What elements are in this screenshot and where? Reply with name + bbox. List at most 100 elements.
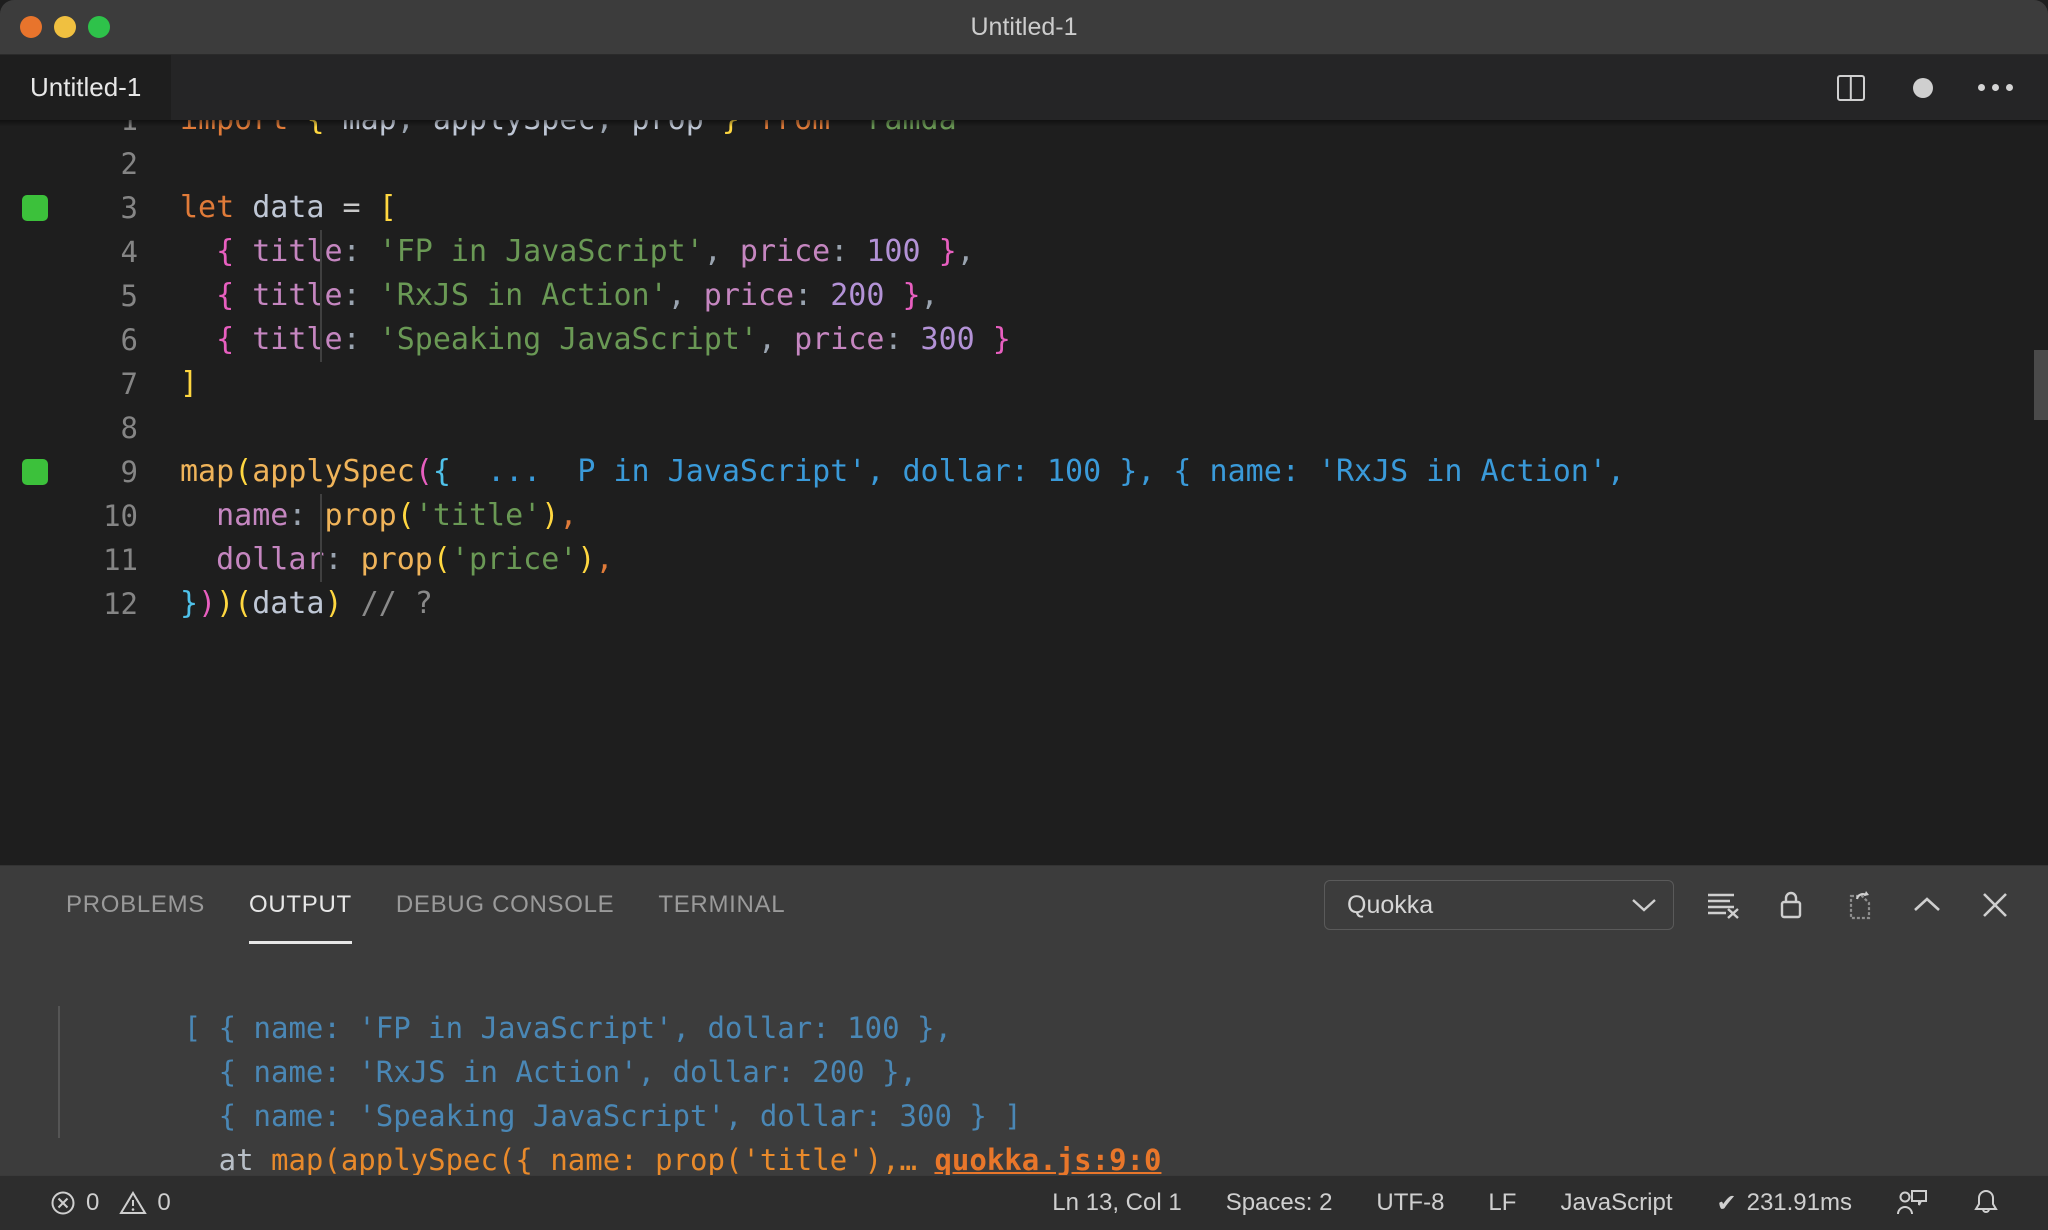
code-line-11-text: dollar: prop('price'), <box>138 538 614 582</box>
panel-tab-problems-label: PROBLEMS <box>66 891 205 918</box>
output-channel-value: Quokka <box>1347 890 1434 919</box>
editor-vertical-scrollbar[interactable] <box>2034 350 2048 420</box>
output-indent-guide <box>58 1006 60 1138</box>
status-bar-right: Ln 13, Col 1 Spaces: 2 UTF-8 LF JavaScri… <box>1034 1188 2048 1218</box>
tabbar-spacer <box>172 55 1834 120</box>
status-encoding-label: UTF-8 <box>1376 1189 1445 1216</box>
output-line-1-text: [ { name: 'FP in JavaScript', dollar: 10… <box>183 1011 952 1045</box>
code-line-6[interactable]: 6 { title: 'Speaking JavaScript', price:… <box>0 318 2048 362</box>
panel-tab-problems[interactable]: PROBLEMS <box>44 866 227 944</box>
code-line-10[interactable]: 10 name: prop('title'), <box>0 494 2048 538</box>
status-indentation[interactable]: Spaces: 2 <box>1208 1189 1351 1217</box>
status-feedback[interactable] <box>1878 1188 1946 1218</box>
code-line-11[interactable]: 11 dollar: prop('price'), <box>0 538 2048 582</box>
bottom-panel: PROBLEMS OUTPUT DEBUG CONSOLE TERMINAL Q… <box>0 865 2048 1175</box>
panel-tab-debug-console[interactable]: DEBUG CONSOLE <box>374 866 636 944</box>
output-channel-select[interactable]: Quokka <box>1324 880 1674 930</box>
line-number-2: 2 <box>120 147 138 181</box>
panel-tab-terminal[interactable]: TERMINAL <box>636 866 807 944</box>
status-eol[interactable]: LF <box>1470 1189 1534 1217</box>
maximize-window-button[interactable] <box>88 16 110 38</box>
open-in-editor-icon[interactable] <box>1840 886 1878 924</box>
line-number-12: 12 <box>103 587 138 621</box>
panel-tabs: PROBLEMS OUTPUT DEBUG CONSOLE TERMINAL <box>44 866 807 944</box>
panel-tab-output[interactable]: OUTPUT <box>227 866 374 944</box>
code-line-3-text: let data = [ <box>180 190 397 225</box>
line-number-9: 9 <box>120 455 138 489</box>
quokka-coverage-indicator-icon <box>22 459 48 485</box>
output-line-3-text: { name: 'Speaking JavaScript', dollar: 3… <box>183 1099 1022 1133</box>
code-line-3[interactable]: 3 let data = [ <box>0 186 2048 230</box>
output-line-1: [ { name: 'FP in JavaScript', dollar: 10… <box>44 962 2048 1045</box>
output-content[interactable]: [ { name: 'FP in JavaScript', dollar: 10… <box>0 944 2048 1175</box>
warning-count: 0 <box>157 1189 171 1216</box>
code-line-5-text: { title: 'RxJS in Action', price: 200 }, <box>138 274 939 318</box>
status-bar-left: 0 0 <box>0 1189 185 1217</box>
output-source-link[interactable]: quokka.js:9:0 <box>934 1143 1161 1175</box>
error-count: 0 <box>86 1189 100 1216</box>
code-line-10-text: name: prop('title'), <box>138 494 577 538</box>
code-line-4-text: { title: 'FP in JavaScript', price: 100 … <box>138 230 975 274</box>
feedback-person-icon <box>1896 1188 1928 1218</box>
output-stack-code: map(applySpec({ name: prop('title'),… <box>271 1143 935 1175</box>
code-line-12[interactable]: 12 }))(data) // ? <box>0 582 2048 626</box>
code-line-7-text: ] <box>180 366 199 401</box>
check-mark-icon: ✔ <box>1716 1189 1737 1217</box>
split-editor-icon[interactable] <box>1834 71 1868 105</box>
code-line-9-text: map(applySpec({ ... P in JavaScript', do… <box>180 454 1625 489</box>
minimize-window-button[interactable] <box>54 16 76 38</box>
code-line-2[interactable]: 2 <box>0 142 2048 186</box>
panel-header: PROBLEMS OUTPUT DEBUG CONSOLE TERMINAL Q… <box>0 866 2048 944</box>
code-line-5[interactable]: 5 { title: 'RxJS in Action', price: 200 … <box>0 274 2048 318</box>
clear-output-icon[interactable] <box>1704 886 1742 924</box>
window-titlebar: Untitled-1 <box>0 0 2048 55</box>
status-cursor-position-label: Ln 13, Col 1 <box>1052 1189 1182 1216</box>
status-cursor-position[interactable]: Ln 13, Col 1 <box>1034 1189 1199 1217</box>
panel-tab-output-label: OUTPUT <box>248 891 352 918</box>
output-line-2-text: { name: 'RxJS in Action', dollar: 200 }, <box>183 1055 917 1089</box>
status-notifications[interactable] <box>1954 1188 2018 1218</box>
line-number-3: 3 <box>120 191 138 225</box>
lock-scroll-icon[interactable] <box>1772 886 1810 924</box>
line-number-6: 6 <box>120 323 138 357</box>
quokka-coverage-indicator-icon <box>22 195 48 221</box>
code-line-1[interactable]: 1 import { map, applySpec, prop } from '… <box>0 120 2048 142</box>
vscode-window: Untitled-1 Untitled-1 1 i <box>0 0 2048 1230</box>
code-line-7[interactable]: 7 ] <box>0 362 2048 406</box>
code-line-8[interactable]: 8 <box>0 406 2048 450</box>
unsaved-dot-icon[interactable] <box>1906 71 1940 105</box>
more-actions-icon[interactable] <box>1977 71 2013 105</box>
panel-tab-terminal-label: TERMINAL <box>658 891 786 918</box>
line-number-5: 5 <box>120 279 138 313</box>
gutter-9 <box>0 459 70 485</box>
close-panel-icon[interactable] <box>1976 886 2014 924</box>
editor-tab-untitled-1[interactable]: Untitled-1 <box>0 55 173 120</box>
window-title: Untitled-1 <box>970 12 1078 41</box>
line-number-1: 1 <box>120 120 138 137</box>
code-editor[interactable]: 1 import { map, applySpec, prop } from '… <box>0 120 2048 865</box>
code-line-12-text: }))(data) // ? <box>180 586 433 621</box>
editor-tab-actions <box>1834 55 2048 120</box>
warning-triangle-icon <box>119 1190 148 1216</box>
editor-tabbar: Untitled-1 <box>0 55 2048 120</box>
gutter-3 <box>0 195 70 221</box>
code-line-9[interactable]: 9 map(applySpec({ ... P in JavaScript', … <box>0 450 2048 494</box>
status-quokka-timing[interactable]: ✔ 231.91ms <box>1698 1189 1870 1218</box>
status-problems[interactable]: 0 0 <box>36 1189 185 1217</box>
maximize-panel-icon[interactable] <box>1908 886 1946 924</box>
status-language-mode-label: JavaScript <box>1560 1189 1673 1216</box>
code-line-6-text: { title: 'Speaking JavaScript', price: 3… <box>138 318 1011 362</box>
line-number-8: 8 <box>120 411 138 445</box>
code-line-4[interactable]: 4 { title: 'FP in JavaScript', price: 10… <box>0 230 2048 274</box>
close-window-button[interactable] <box>20 16 42 38</box>
output-stack-at-label: at <box>183 1143 271 1175</box>
editor-tab-label: Untitled-1 <box>30 72 142 102</box>
status-indentation-label: Spaces: 2 <box>1225 1189 1333 1216</box>
editor-code-area[interactable]: 1 import { map, applySpec, prop } from '… <box>0 120 2048 865</box>
panel-tab-debug-console-label: DEBUG CONSOLE <box>395 891 615 918</box>
status-encoding[interactable]: UTF-8 <box>1358 1189 1462 1217</box>
chevron-down-icon <box>1631 897 1657 913</box>
line-number-7: 7 <box>120 367 138 401</box>
traffic-lights <box>0 16 110 38</box>
status-language-mode[interactable]: JavaScript <box>1542 1189 1690 1217</box>
